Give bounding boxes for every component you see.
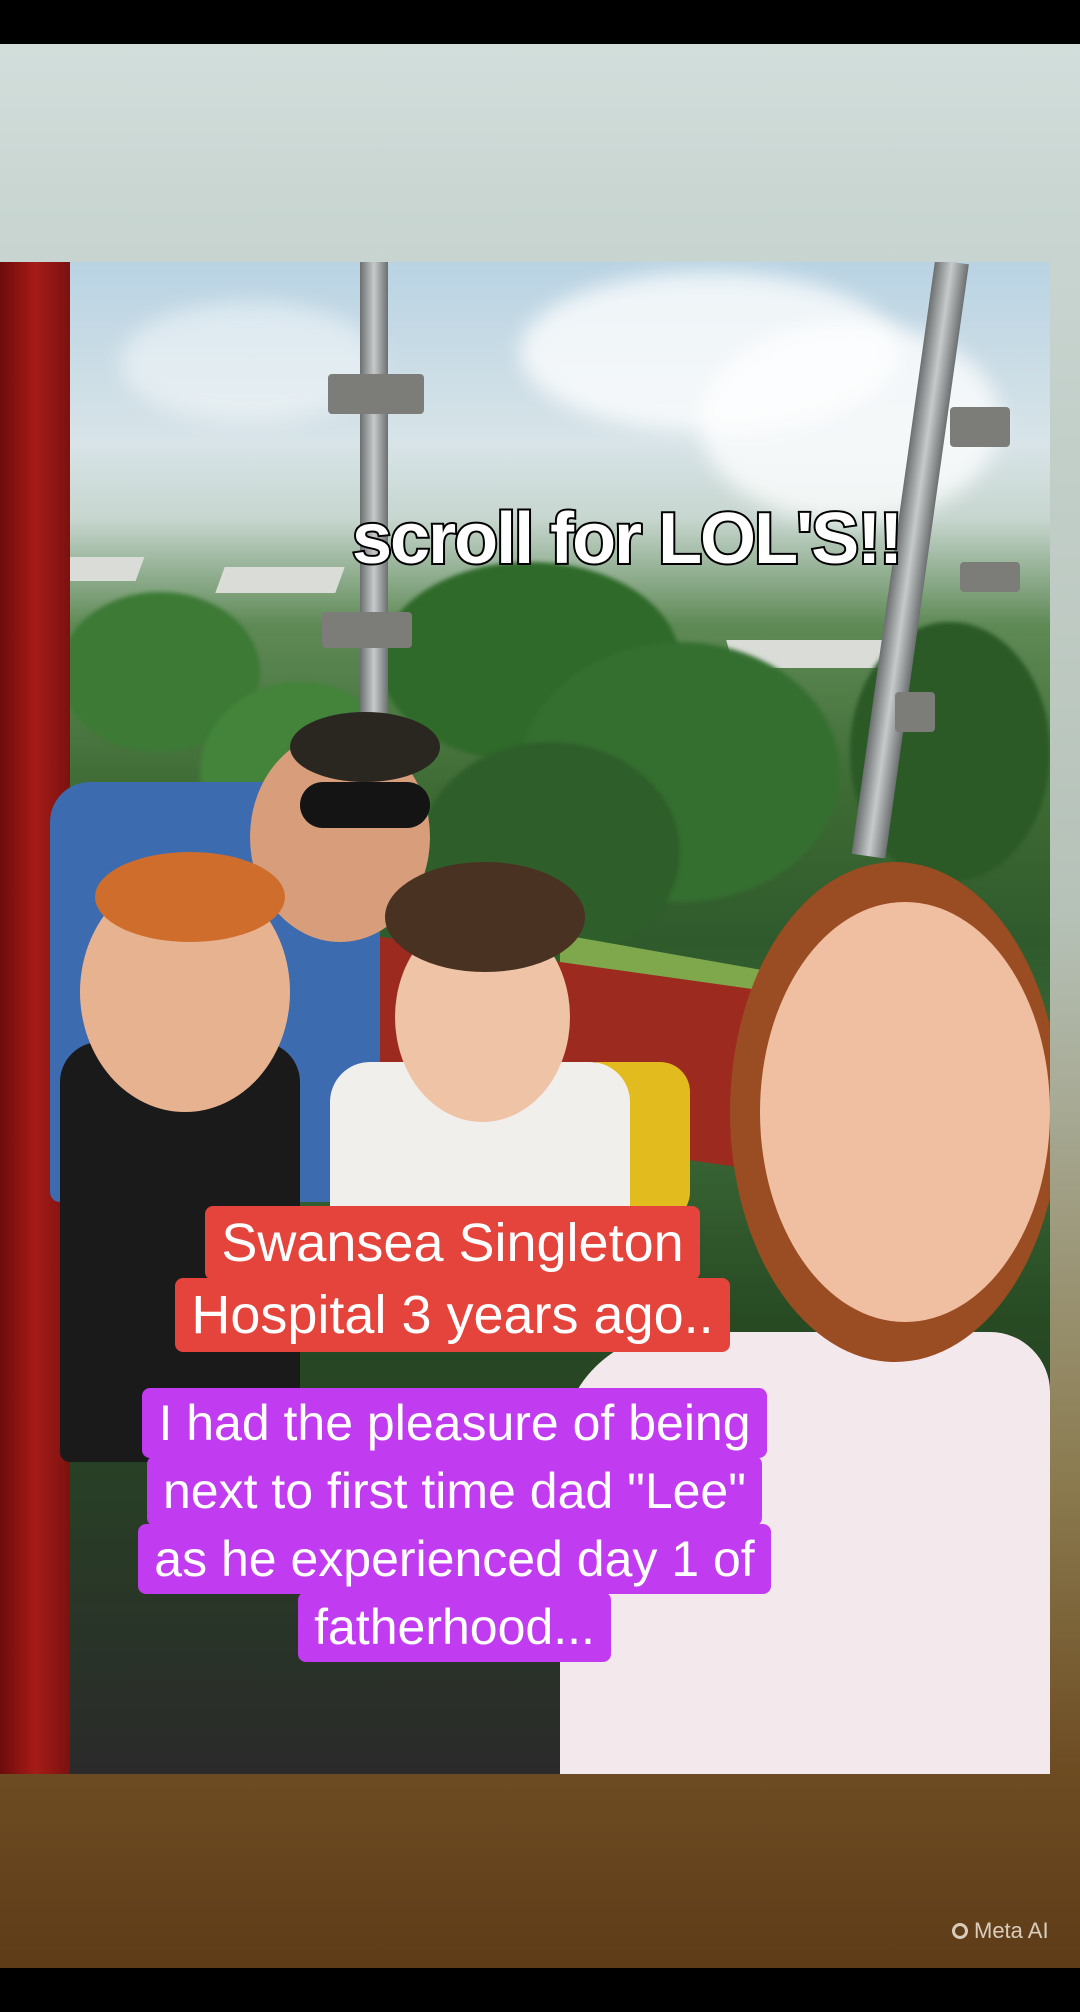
meta-ai-badge[interactable]: Meta AI <box>952 1918 1049 1944</box>
red-caption-sticker: Swansea Singleton Hospital 3 years ago.. <box>120 1206 785 1352</box>
meta-ai-ring-icon <box>952 1923 968 1939</box>
purple-caption-sticker: I had the pleasure of being next to firs… <box>98 1388 811 1662</box>
purple-caption-line-4: fatherhood... <box>298 1592 611 1662</box>
navigation-bar <box>0 1968 1080 2012</box>
purple-caption-line-1: I had the pleasure of being <box>142 1388 767 1458</box>
status-bar <box>0 0 1080 44</box>
red-caption-line-2: Hospital 3 years ago.. <box>175 1278 730 1352</box>
purple-caption-line-2: next to first time dad "Lee" <box>146 1456 762 1526</box>
meta-ai-label: Meta AI <box>974 1918 1049 1943</box>
red-caption-line-1: Swansea Singleton <box>205 1206 700 1280</box>
top-caption: scroll for LOL'S!! <box>350 497 905 581</box>
purple-caption-line-3: as he experienced day 1 of <box>138 1524 771 1594</box>
